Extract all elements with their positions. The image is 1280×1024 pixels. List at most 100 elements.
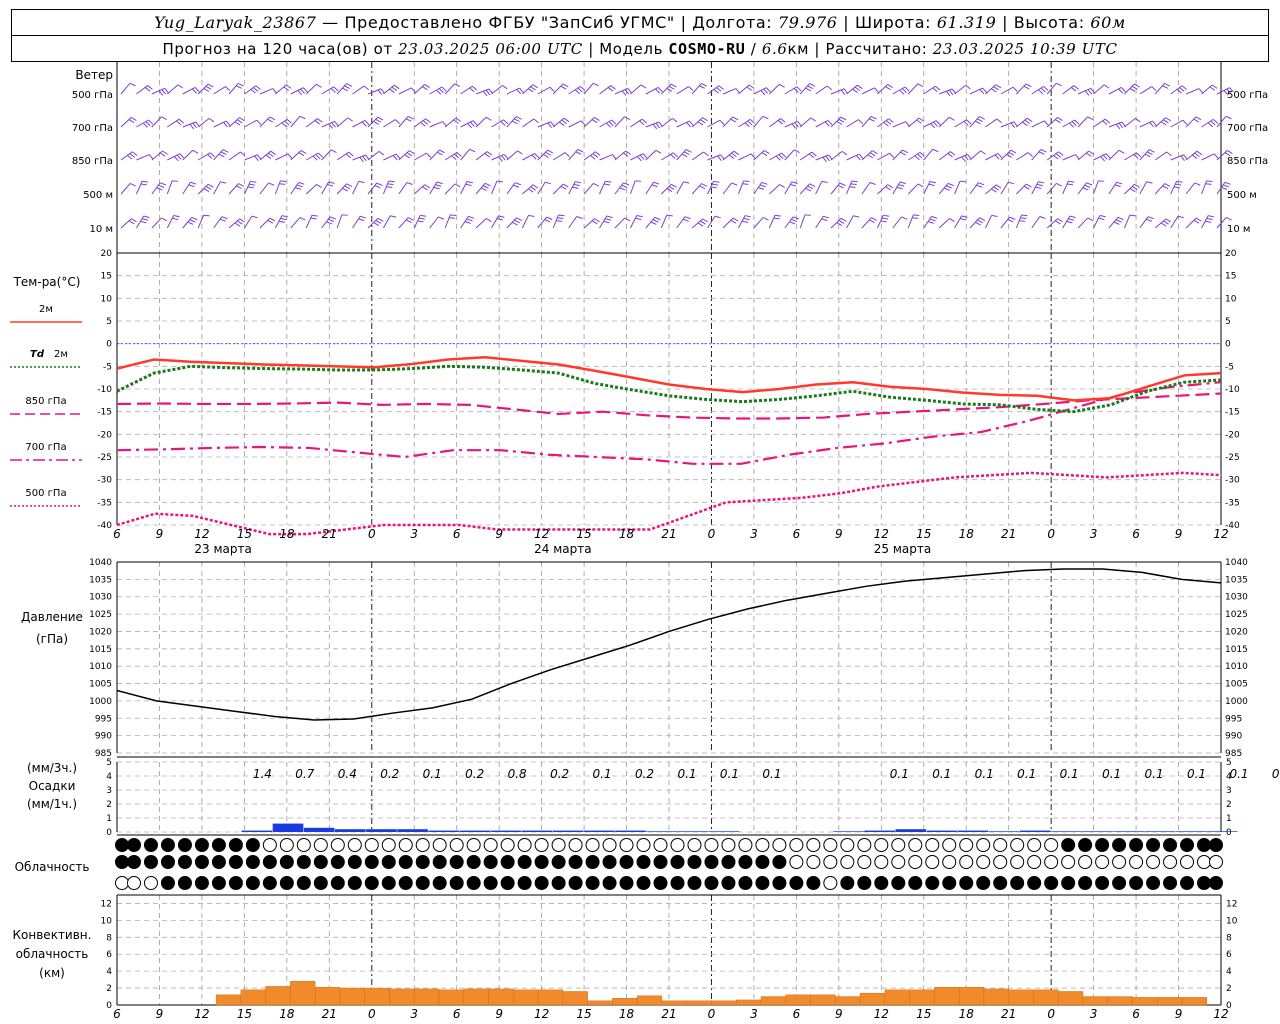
wind-barb (815, 119, 829, 128)
wind-barb-feather (1086, 182, 1093, 186)
wind-barb-feather (1010, 149, 1017, 154)
wind-barb (630, 118, 643, 128)
wind-barb-feather (1088, 150, 1095, 155)
wind-barb-feather (1176, 89, 1183, 94)
cloud-cover-symbol (687, 855, 702, 869)
wind-barb-feather (300, 150, 307, 155)
wind-barb-feather (1195, 116, 1202, 121)
wind-barb-feather (287, 153, 293, 159)
wind-barb (645, 86, 659, 95)
cloud-cover-symbol (449, 838, 464, 852)
wind-barb (414, 152, 427, 161)
wind-barb (1123, 214, 1131, 229)
wind-barb-feather (130, 117, 137, 122)
cloud-cover-symbol (874, 855, 889, 869)
hour-tick: 12 (534, 527, 549, 541)
wind-barb (1046, 151, 1059, 161)
cloud-cover-symbol (466, 876, 481, 890)
wind-barb-feather (394, 119, 401, 125)
wind-barb-feather (796, 86, 802, 92)
wind-barb-feather (377, 116, 384, 121)
wind-barb-feather (1136, 152, 1142, 158)
wind-barb-feather (360, 215, 367, 219)
wind-barb-feather (192, 122, 197, 129)
cloud-cover-symbol (1197, 876, 1212, 890)
wind-barb-feather (454, 83, 461, 87)
wind-barb-feather (961, 156, 966, 162)
hour-tick: 9 (835, 527, 843, 541)
wind-barb-feather (730, 118, 737, 123)
wind-barb (491, 180, 498, 195)
cloud-cover-symbol (517, 855, 532, 869)
wind-barb-feather (147, 85, 153, 90)
hour-tick: 21 (1001, 527, 1016, 541)
wind-barb-feather (991, 214, 998, 218)
wind-barb-feather (748, 84, 755, 89)
wind-barb-feather (980, 150, 986, 155)
wind-barb-feather (1069, 215, 1076, 219)
wind-barb-feather (249, 183, 256, 186)
wind-barb-feather (773, 217, 780, 220)
wind-barb-feather (404, 154, 411, 159)
wind-barb-feather (161, 116, 167, 120)
wind-barb (768, 83, 780, 95)
wind-barb-feather (624, 116, 631, 120)
wind-barb (753, 87, 767, 95)
precip-3h-label: 0.1 (1017, 767, 1036, 781)
cloud-cover-symbol (789, 838, 804, 852)
conv-bar (835, 996, 861, 1006)
precip-3h-label: 0.1 (1102, 767, 1121, 781)
wind-barb-feather (684, 216, 691, 220)
wind-barb-feather (1213, 153, 1219, 159)
cloud-cover-symbol (228, 876, 243, 890)
hour-tick-bottom: 18 (959, 1007, 975, 1021)
wind-barb-feather (253, 87, 259, 92)
wind-barb-feather (187, 221, 194, 225)
cloud-cover-symbol (381, 838, 396, 852)
wind-barb-feather (374, 185, 381, 189)
wind-barb (660, 117, 673, 128)
wind-barb-feather (592, 82, 599, 87)
wind-barb-feather (1053, 155, 1059, 160)
cloud-cover-symbol (466, 838, 481, 852)
wind-barb-feather (701, 82, 707, 87)
hour-tick-bottom: 3 (750, 1007, 758, 1021)
pressure-tick-right: 990 (1225, 732, 1242, 742)
wind-barb-feather (469, 87, 475, 93)
wind-barb (923, 181, 931, 195)
wind-barb (892, 149, 903, 161)
wind-barb-feather (545, 151, 551, 156)
cloud-cover-symbol (415, 855, 430, 869)
wind-barb (938, 218, 950, 229)
wind-barb-feather (408, 150, 415, 155)
cloud-cover-symbol (483, 838, 498, 852)
cloud-cover-symbol (160, 838, 175, 852)
wind-barb (877, 84, 888, 95)
wind-barb (367, 116, 379, 128)
conv-bar (859, 992, 886, 1006)
wind-barb (599, 154, 613, 161)
wind-barb (151, 116, 162, 128)
wind-barb-feather (1134, 83, 1140, 88)
wind-barb (1185, 217, 1197, 229)
pressure-title: Давление (21, 610, 83, 624)
wind-barb-feather (1160, 121, 1167, 126)
wind-barb (799, 183, 811, 195)
wind-barb (954, 84, 966, 95)
wind-barb-feather (532, 184, 539, 189)
wind-barb-feather (140, 183, 147, 186)
cloud-cover-symbol (398, 838, 413, 852)
wind-barb-feather (1212, 84, 1218, 89)
wind-barb-feather (464, 221, 471, 224)
hour-tick: 12 (1213, 527, 1228, 541)
cloud-cover-symbol (840, 876, 855, 890)
cloud-cover-symbol (942, 855, 957, 869)
wind-barb-feather (1084, 90, 1090, 96)
precip-3h-label: 0.8 (508, 767, 527, 781)
conv-tick-left: 0 (106, 1001, 112, 1011)
cloud-cover-symbol (874, 838, 889, 852)
hour-tick: 0 (368, 527, 376, 541)
wind-barb (1154, 83, 1165, 95)
wind-barb (629, 180, 636, 195)
wind-barb-feather (621, 90, 627, 96)
